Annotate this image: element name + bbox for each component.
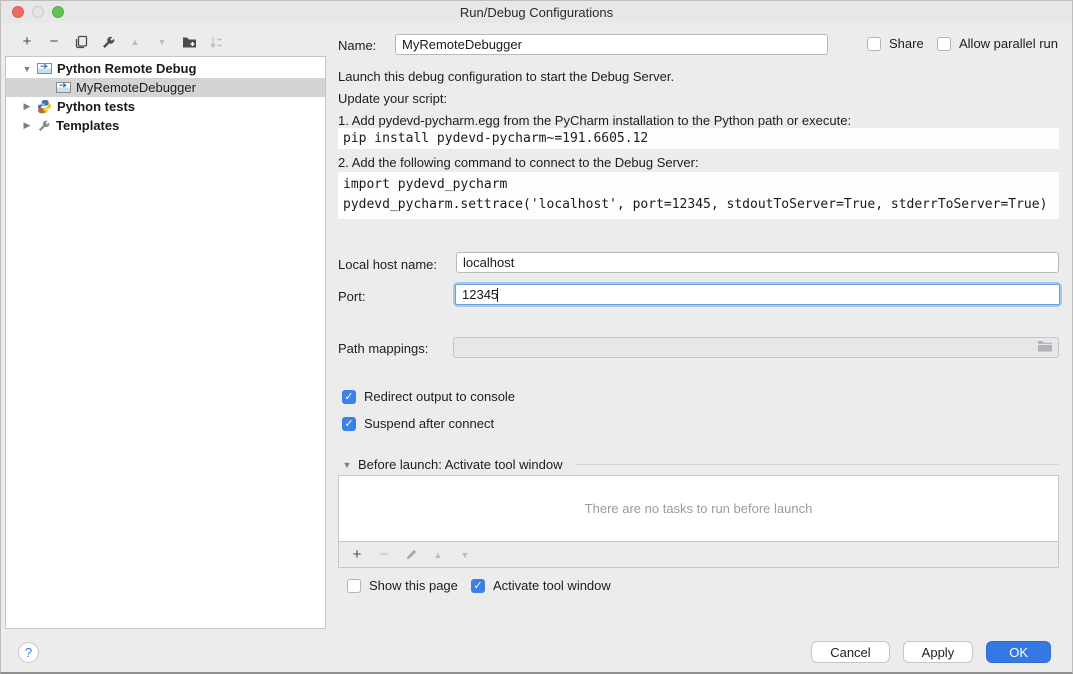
add-task-button[interactable]: +: [349, 546, 365, 564]
activate-tool-window-label: Activate tool window: [493, 578, 611, 593]
configurations-tree: ▼ Python Remote Debug MyRemoteDebugger ▶…: [5, 56, 326, 629]
before-launch-task-list[interactable]: There are no tasks to run before launch: [338, 475, 1059, 542]
collapse-section-icon[interactable]: ▼: [342, 460, 352, 470]
show-this-page-option: Show this page: [347, 578, 458, 593]
move-task-down-button[interactable]: ▼: [457, 546, 473, 564]
help-button[interactable]: ?: [18, 642, 39, 663]
move-task-up-button[interactable]: ▲: [430, 546, 446, 564]
local-host-name-label: Local host name:: [338, 257, 437, 272]
settrace-code-line-2: pydevd_pycharm.settrace('localhost', por…: [343, 195, 1059, 215]
cancel-button[interactable]: Cancel: [811, 641, 889, 663]
dialog-buttons: Cancel Apply OK: [811, 641, 1051, 663]
edit-task-pencil-icon[interactable]: [403, 546, 419, 564]
before-launch-header: ▼ Before launch: Activate tool window: [342, 457, 1059, 472]
ok-button[interactable]: OK: [986, 641, 1051, 663]
name-label: Name:: [338, 38, 376, 53]
allow-parallel-run-option: Allow parallel run: [937, 36, 1058, 51]
instruction-step-1: 1. Add pydevd-pycharm.egg from the PyCha…: [338, 113, 851, 128]
chevron-right-icon[interactable]: ▶: [22, 101, 32, 112]
redirect-output-option: Redirect output to console: [342, 389, 515, 404]
show-this-page-checkbox[interactable]: [347, 579, 361, 593]
port-field-focus-ring: [453, 282, 1062, 307]
allow-parallel-run-checkbox[interactable]: [937, 37, 951, 51]
path-mappings-input[interactable]: [453, 337, 1059, 358]
share-label: Share: [889, 36, 924, 51]
edit-templates-wrench-icon[interactable]: [100, 33, 116, 51]
python-tests-icon: [37, 99, 52, 114]
redirect-output-label: Redirect output to console: [364, 389, 515, 404]
sort-alphabetically-icon[interactable]: [208, 33, 224, 51]
configurations-toolbar: + − ▲ ▼: [19, 32, 224, 52]
move-up-button[interactable]: ▲: [127, 33, 143, 51]
suspend-after-connect-label: Suspend after connect: [364, 416, 494, 431]
name-input[interactable]: [395, 34, 828, 55]
show-this-page-label: Show this page: [369, 578, 458, 593]
window-title: Run/Debug Configurations: [1, 5, 1072, 20]
suspend-after-connect-option: Suspend after connect: [342, 416, 494, 431]
section-divider: [575, 464, 1059, 465]
activate-tool-window-checkbox[interactable]: [471, 579, 485, 593]
remote-debug-config-icon: [37, 62, 52, 75]
share-option: Share: [867, 36, 924, 51]
tree-item-templates[interactable]: ▶ Templates: [6, 116, 325, 135]
port-label: Port:: [338, 289, 365, 304]
tree-item-label: Python tests: [57, 99, 135, 114]
add-configuration-button[interactable]: +: [19, 33, 35, 51]
suspend-after-connect-checkbox[interactable]: [342, 417, 356, 431]
before-launch-toolbar: + − ▲ ▼: [338, 542, 1059, 568]
redirect-output-checkbox[interactable]: [342, 390, 356, 404]
instruction-line-1: Launch this debug configuration to start…: [338, 69, 674, 84]
text-caret: [497, 288, 498, 302]
local-host-name-input[interactable]: [456, 252, 1059, 273]
instruction-line-2: Update your script:: [338, 91, 447, 106]
pip-install-code: pip install pydevd-pycharm~=191.6605.12: [338, 128, 1059, 149]
allow-parallel-run-label: Allow parallel run: [959, 36, 1058, 51]
activate-tool-window-option: Activate tool window: [471, 578, 611, 593]
path-mappings-label: Path mappings:: [338, 341, 428, 356]
tree-item-label: Templates: [56, 118, 119, 133]
tree-item-label: MyRemoteDebugger: [76, 80, 196, 95]
before-launch-title: Before launch: Activate tool window: [358, 457, 563, 472]
settrace-code-block: import pydevd_pycharm pydevd_pycharm.set…: [338, 172, 1059, 219]
remove-task-button[interactable]: −: [376, 546, 392, 564]
remote-debug-config-icon: [56, 81, 71, 94]
apply-button[interactable]: Apply: [903, 641, 974, 663]
empty-tasks-text: There are no tasks to run before launch: [585, 501, 813, 516]
move-down-button[interactable]: ▼: [154, 33, 170, 51]
tree-item-python-remote-debug[interactable]: ▼ Python Remote Debug: [6, 59, 325, 78]
share-checkbox[interactable]: [867, 37, 881, 51]
settrace-code-line-1: import pydevd_pycharm: [343, 175, 1059, 195]
new-folder-icon[interactable]: [181, 33, 197, 51]
chevron-right-icon[interactable]: ▶: [22, 120, 32, 131]
titlebar: Run/Debug Configurations: [1, 1, 1072, 23]
remove-configuration-button[interactable]: −: [46, 33, 62, 51]
browse-folder-icon[interactable]: [1037, 340, 1053, 355]
templates-wrench-icon: [37, 119, 51, 133]
tree-item-myremotedebugger[interactable]: MyRemoteDebugger: [6, 78, 325, 97]
chevron-down-icon[interactable]: ▼: [22, 64, 32, 74]
instruction-step-2: 2. Add the following command to connect …: [338, 155, 699, 170]
port-input[interactable]: [455, 284, 1060, 305]
run-debug-configurations-dialog: Run/Debug Configurations + − ▲ ▼ ▼ Pytho…: [0, 0, 1073, 674]
copy-configuration-icon[interactable]: [73, 33, 89, 51]
tree-item-label: Python Remote Debug: [57, 61, 196, 76]
tree-item-python-tests[interactable]: ▶ Python tests: [6, 97, 325, 116]
